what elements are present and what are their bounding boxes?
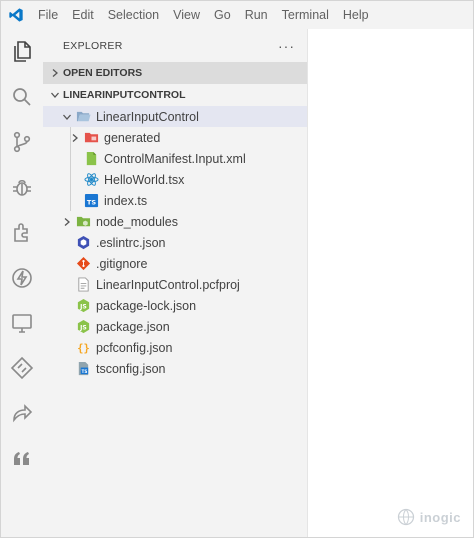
folder-node-icon: [75, 214, 91, 230]
tree-item-label: ControlManifest.Input.xml: [104, 151, 246, 166]
extensions-icon[interactable]: [1, 212, 43, 252]
tree-folder-linearinputcontrol[interactable]: LinearInputControl: [43, 106, 307, 127]
svg-text:JS: JS: [79, 303, 87, 310]
tree-item-label: tsconfig.json: [96, 361, 166, 376]
menu-go[interactable]: Go: [207, 1, 238, 29]
git-file-icon: [75, 256, 91, 272]
tree-file-gitignore[interactable]: .gitignore: [43, 253, 307, 274]
tree-item-label: package.json: [96, 319, 170, 334]
source-control-icon[interactable]: [1, 122, 43, 162]
eslint-file-icon: [75, 235, 91, 251]
tree-item-label: LinearInputControl.pcfproj: [96, 277, 240, 292]
tree-file-tsconfig[interactable]: TS tsconfig.json: [43, 358, 307, 379]
tree-item-label: pcfconfig.json: [96, 340, 173, 355]
tree-item-label: index.ts: [104, 193, 148, 208]
tree-folder-node-modules[interactable]: node_modules: [43, 211, 307, 232]
svg-text:TS: TS: [81, 369, 87, 374]
svg-text:JS: JS: [79, 324, 87, 331]
run-debug-icon[interactable]: [1, 167, 43, 207]
node-file-icon: JS: [75, 319, 91, 335]
chevron-right-icon: [47, 65, 63, 81]
tree-file-eslintrc[interactable]: .eslintrc.json: [43, 232, 307, 253]
vscode-window: File Edit Selection View Go Run Terminal…: [0, 0, 474, 538]
menu-view[interactable]: View: [166, 1, 207, 29]
typescript-file-icon: TS: [83, 193, 99, 209]
remote-explorer-icon[interactable]: [1, 303, 43, 343]
tree-file-controlmanifest[interactable]: ControlManifest.Input.xml: [43, 148, 307, 169]
menu-selection[interactable]: Selection: [101, 1, 166, 29]
menu-help[interactable]: Help: [336, 1, 376, 29]
live-share-icon[interactable]: [1, 393, 43, 433]
quote-icon[interactable]: [1, 439, 43, 479]
tree-file-helloworld[interactable]: HelloWorld.tsx: [43, 169, 307, 190]
chevron-down-icon: [47, 87, 63, 103]
chevron-right-icon: [59, 214, 75, 230]
menu-edit[interactable]: Edit: [65, 1, 101, 29]
tree-item-label: HelloWorld.tsx: [104, 172, 185, 187]
tree-folder-generated[interactable]: generated: [43, 127, 307, 148]
tree-item-label: LinearInputControl: [96, 109, 199, 124]
project-label: LINEARINPUTCONTROL: [63, 89, 186, 101]
tree-file-package-lock[interactable]: JS package-lock.json: [43, 295, 307, 316]
json-file-icon: {}: [75, 340, 91, 356]
explorer-header: EXPLORER ···: [43, 29, 307, 62]
react-file-icon: [83, 172, 99, 188]
tsconfig-file-icon: TS: [75, 361, 91, 377]
folder-generated-icon: [83, 130, 99, 146]
chevron-down-icon: [59, 109, 75, 125]
tree-item-label: node_modules: [96, 214, 179, 229]
svg-text:{}: {}: [77, 342, 89, 354]
vscode-logo-icon: [1, 1, 31, 29]
kubernetes-icon[interactable]: [1, 348, 43, 388]
watermark-text: inogic: [419, 509, 461, 525]
activity-bar: [1, 29, 43, 537]
xml-file-icon: [83, 151, 99, 167]
power-platform-icon[interactable]: [1, 258, 43, 298]
tree-file-pcfproj[interactable]: LinearInputControl.pcfproj: [43, 274, 307, 295]
explorer-title: EXPLORER: [63, 39, 123, 52]
folder-open-icon: [75, 109, 91, 125]
project-file-icon: [75, 277, 91, 293]
open-editors-section[interactable]: OPEN EDITORS: [43, 62, 307, 84]
explorer-sidebar: EXPLORER ··· OPEN EDITORS LINEARINPUTCON…: [43, 29, 308, 537]
tree-item-label: package-lock.json: [96, 298, 197, 313]
tree-file-package[interactable]: JS package.json: [43, 316, 307, 337]
tree-item-label: .gitignore: [96, 256, 148, 271]
watermark-globe-icon: [397, 508, 414, 526]
menu-file[interactable]: File: [31, 1, 65, 29]
explorer-files-icon[interactable]: [1, 31, 43, 71]
project-section[interactable]: LINEARINPUTCONTROL: [43, 84, 307, 106]
more-actions-icon[interactable]: ···: [278, 38, 295, 54]
tree-file-pcfconfig[interactable]: {} pcfconfig.json: [43, 337, 307, 358]
open-editors-label: OPEN EDITORS: [63, 67, 143, 79]
tree-item-label: generated: [104, 130, 161, 145]
node-file-icon: JS: [75, 298, 91, 314]
svg-text:TS: TS: [86, 198, 95, 206]
menu-bar: File Edit Selection View Go Run Terminal…: [1, 1, 473, 29]
tree-file-indexts[interactable]: TS index.ts: [43, 190, 307, 211]
search-icon[interactable]: [1, 77, 43, 117]
menu-run[interactable]: Run: [238, 1, 275, 29]
tree-item-label: .eslintrc.json: [96, 235, 166, 250]
watermark-logo: inogic: [396, 507, 461, 527]
menu-terminal[interactable]: Terminal: [275, 1, 336, 29]
